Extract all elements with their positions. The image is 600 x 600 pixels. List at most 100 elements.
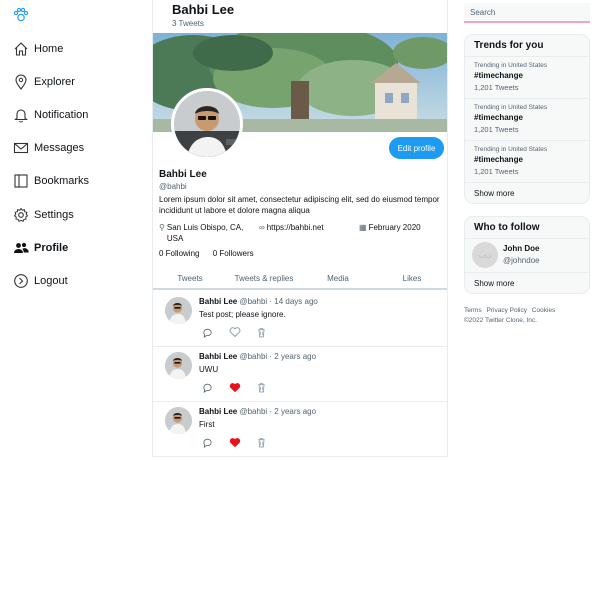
- sidebar-item-label: Messages: [34, 142, 85, 154]
- profile-joined: ▦ February 2020: [359, 222, 421, 233]
- trend-context: Trending in United States: [474, 104, 548, 111]
- reply-icon[interactable]: [201, 381, 213, 393]
- logout-icon: [12, 273, 29, 290]
- tab-media[interactable]: Media: [301, 268, 375, 288]
- search-input[interactable]: [464, 3, 590, 23]
- sidebar-item-logout[interactable]: Logout: [12, 270, 68, 292]
- sidebar-item-label: Settings: [34, 209, 74, 221]
- sidebar-item-bookmarks[interactable]: Bookmarks: [12, 170, 89, 192]
- profile-joined-text: February 2020: [368, 223, 421, 232]
- following-count[interactable]: 0 Following: [159, 249, 199, 258]
- profile-header-bar: Bahbi Lee 3 Tweets: [153, 0, 447, 33]
- tweet-header: Bahbi Lee @bahbi · 14 days ago: [199, 297, 318, 306]
- trends-show-more-link[interactable]: Show more: [465, 183, 589, 203]
- tweet-meta: @bahbi · 14 days ago: [239, 297, 318, 306]
- tweet-item[interactable]: Bahbi Lee @bahbi · 14 days ago Test post…: [153, 292, 447, 347]
- tweet-avatar[interactable]: [165, 297, 192, 324]
- tweet-header: Bahbi Lee @bahbi · 2 years ago: [199, 407, 316, 416]
- calendar-icon: ▦: [359, 223, 367, 232]
- tweet-text: First: [199, 420, 215, 429]
- profile-tabs: Tweets Tweets & replies Media Likes: [153, 268, 447, 290]
- delete-trash-icon[interactable]: [255, 381, 267, 393]
- suggested-user-name: John Doe: [503, 244, 540, 253]
- sidebar-item-explorer[interactable]: Explorer: [12, 71, 75, 93]
- tweet-text: Test post; please ignore.: [199, 310, 286, 319]
- suggested-user[interactable]: ◡◡ John Doe @johndoe: [465, 239, 589, 273]
- liked-heart-icon[interactable]: [229, 436, 241, 448]
- footer-link-terms[interactable]: Terms: [464, 307, 482, 314]
- main-timeline: Bahbi Lee 3 Tweets Edit profile Bahbi Le…: [152, 0, 448, 457]
- trend-count: 1,201 Tweets: [474, 83, 519, 92]
- tweet-meta: @bahbi · 2 years ago: [239, 407, 317, 416]
- suggested-user-handle: @johndoe: [503, 256, 540, 265]
- header-tweet-count: 3 Tweets: [172, 19, 204, 28]
- paw-icon[interactable]: [12, 6, 30, 24]
- users-icon: [12, 240, 29, 257]
- location-pin-icon: ⚲: [159, 223, 165, 232]
- profile-location-text: San Luis Obispo, CA, USA: [166, 223, 244, 243]
- trend-tag: #timechange: [474, 155, 523, 164]
- tab-likes[interactable]: Likes: [375, 268, 447, 288]
- delete-trash-icon[interactable]: [255, 436, 267, 448]
- footer-copyright: ©2022 Twitter Clone, Inc.: [464, 317, 537, 324]
- edit-profile-button[interactable]: Edit profile: [389, 137, 444, 159]
- who-to-follow-card: Who to follow ◡◡ John Doe @johndoe Show …: [464, 216, 590, 294]
- footer-link-cookies[interactable]: Cookies: [532, 307, 555, 314]
- envelope-icon: [12, 140, 29, 157]
- tweet-avatar[interactable]: [165, 407, 192, 434]
- profile-handle: @bahbi: [159, 182, 187, 191]
- profile-website[interactable]: ∞ https://bahbi.net: [259, 222, 324, 233]
- tweet-avatar[interactable]: [165, 352, 192, 379]
- trend-item[interactable]: Trending in United States #timechange 1,…: [465, 141, 589, 183]
- reply-icon[interactable]: [201, 326, 213, 338]
- delete-trash-icon[interactable]: [255, 326, 267, 338]
- tweet-item[interactable]: Bahbi Lee @bahbi · 2 years ago UWU: [153, 347, 447, 402]
- bell-icon: [12, 107, 29, 124]
- trend-count: 1,201 Tweets: [474, 125, 519, 134]
- tweet-meta: @bahbi · 2 years ago: [239, 352, 317, 361]
- who-to-follow-title: Who to follow: [465, 217, 589, 239]
- like-icon[interactable]: [229, 326, 241, 338]
- sidebar-item-label: Explorer: [34, 76, 75, 88]
- tweet-author-name[interactable]: Bahbi Lee: [199, 297, 237, 306]
- reply-icon[interactable]: [201, 436, 213, 448]
- sidebar-item-label: Notification: [34, 109, 89, 121]
- sidebar-item-profile[interactable]: Profile: [12, 237, 68, 259]
- trend-item[interactable]: Trending in United States #timechange 1,…: [465, 57, 589, 99]
- liked-heart-icon[interactable]: [229, 381, 241, 393]
- tweet-item[interactable]: Bahbi Lee @bahbi · 2 years ago First: [153, 402, 447, 456]
- tab-tweets[interactable]: Tweets: [153, 268, 227, 288]
- link-icon: ∞: [259, 223, 265, 232]
- follow-stats: 0 Following 0 Followers: [159, 249, 265, 258]
- trend-tag: #timechange: [474, 113, 523, 122]
- trend-tag: #timechange: [474, 71, 523, 80]
- footer-link-privacy[interactable]: Privacy Policy: [487, 307, 527, 314]
- sidebar-item-notification[interactable]: Notification: [12, 104, 88, 126]
- who-to-follow-show-more-link[interactable]: Show more: [465, 273, 589, 293]
- profile-avatar[interactable]: [171, 88, 243, 160]
- home-icon: [12, 41, 29, 58]
- profile-bio: Lorem ipsum dolor sit amet, consectetur …: [159, 195, 440, 215]
- followers-count[interactable]: 0 Followers: [213, 249, 254, 258]
- trends-card: Trends for you Trending in United States…: [464, 34, 590, 204]
- tweet-author-name[interactable]: Bahbi Lee: [199, 407, 237, 416]
- profile-location: ⚲ San Luis Obispo, CA, USA: [159, 222, 251, 244]
- tweet-text: UWU: [199, 365, 219, 374]
- sidebar-item-label: Logout: [34, 275, 68, 287]
- profile-name: Bahbi Lee: [159, 169, 207, 180]
- gear-icon: [12, 207, 29, 224]
- sidebar-item-settings[interactable]: Settings: [12, 204, 74, 226]
- trend-item[interactable]: Trending in United States #timechange 1,…: [465, 99, 589, 141]
- tweet-header: Bahbi Lee @bahbi · 2 years ago: [199, 352, 316, 361]
- tweet-author-name[interactable]: Bahbi Lee: [199, 352, 237, 361]
- tab-tweets-replies[interactable]: Tweets & replies: [227, 268, 301, 288]
- sidebar-item-label: Profile: [34, 242, 69, 254]
- location-pin-icon: [12, 74, 29, 91]
- sidebar-item-home[interactable]: Home: [12, 38, 63, 60]
- trend-count: 1,201 Tweets: [474, 167, 519, 176]
- sidebar-item-messages[interactable]: Messages: [12, 137, 84, 159]
- sidebar-item-label: Home: [34, 43, 64, 55]
- profile-website-text[interactable]: https://bahbi.net: [267, 222, 324, 233]
- left-sidebar: Home Explorer Notification Messages Book…: [0, 0, 150, 600]
- header-name: Bahbi Lee: [172, 2, 235, 17]
